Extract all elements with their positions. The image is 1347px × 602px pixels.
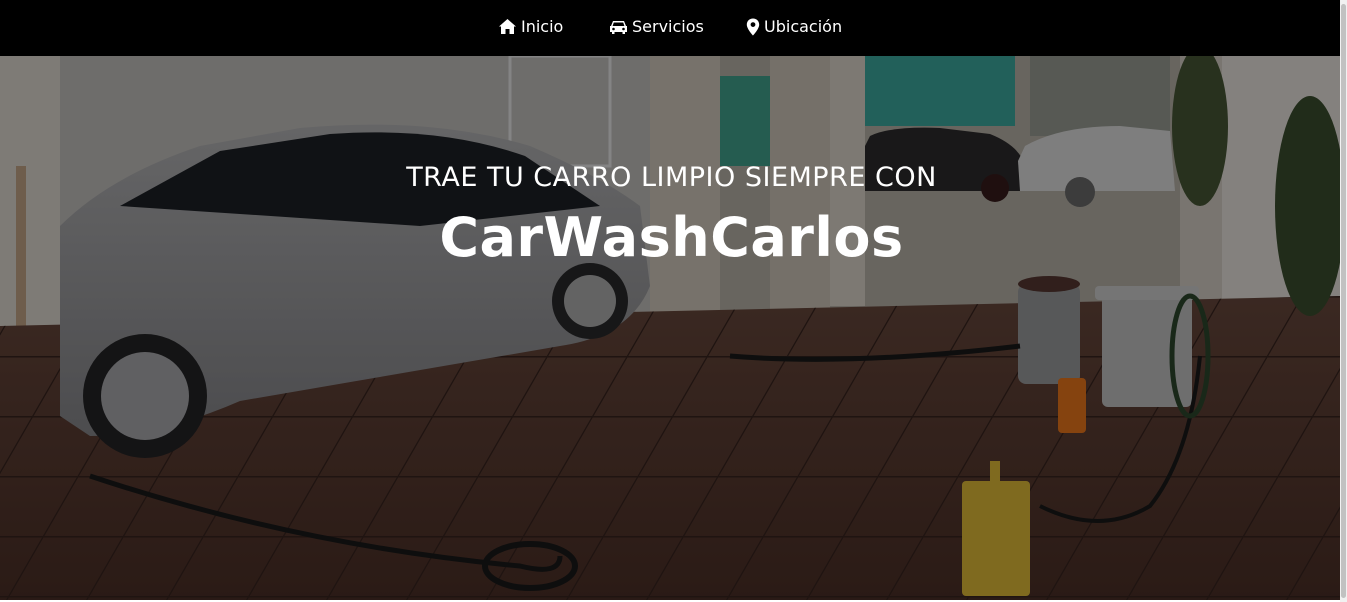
nav-link-label: Servicios xyxy=(632,17,704,36)
nav-link-label: Inicio xyxy=(521,17,564,36)
hero-dark-overlay xyxy=(0,56,1343,600)
map-marker-icon xyxy=(746,18,760,36)
top-navbar: Inicio Servicios Ubicación xyxy=(0,0,1340,56)
car-icon xyxy=(609,19,628,35)
hero-section: TRAE TU CARRO LIMPIO SIEMPRE CON CarWash… xyxy=(0,56,1343,600)
nav-link-servicios[interactable]: Servicios xyxy=(609,17,704,36)
hero-brand-title: CarWashCarlos xyxy=(439,206,904,269)
nav-link-inicio[interactable]: Inicio xyxy=(498,17,563,36)
nav-link-label: Ubicación xyxy=(764,17,843,36)
hero-tagline: TRAE TU CARRO LIMPIO SIEMPRE CON xyxy=(406,162,937,193)
scrollbar-thumb[interactable] xyxy=(1341,4,1346,598)
nav-link-ubicacion[interactable]: Ubicación xyxy=(746,17,842,36)
home-icon xyxy=(498,18,517,35)
